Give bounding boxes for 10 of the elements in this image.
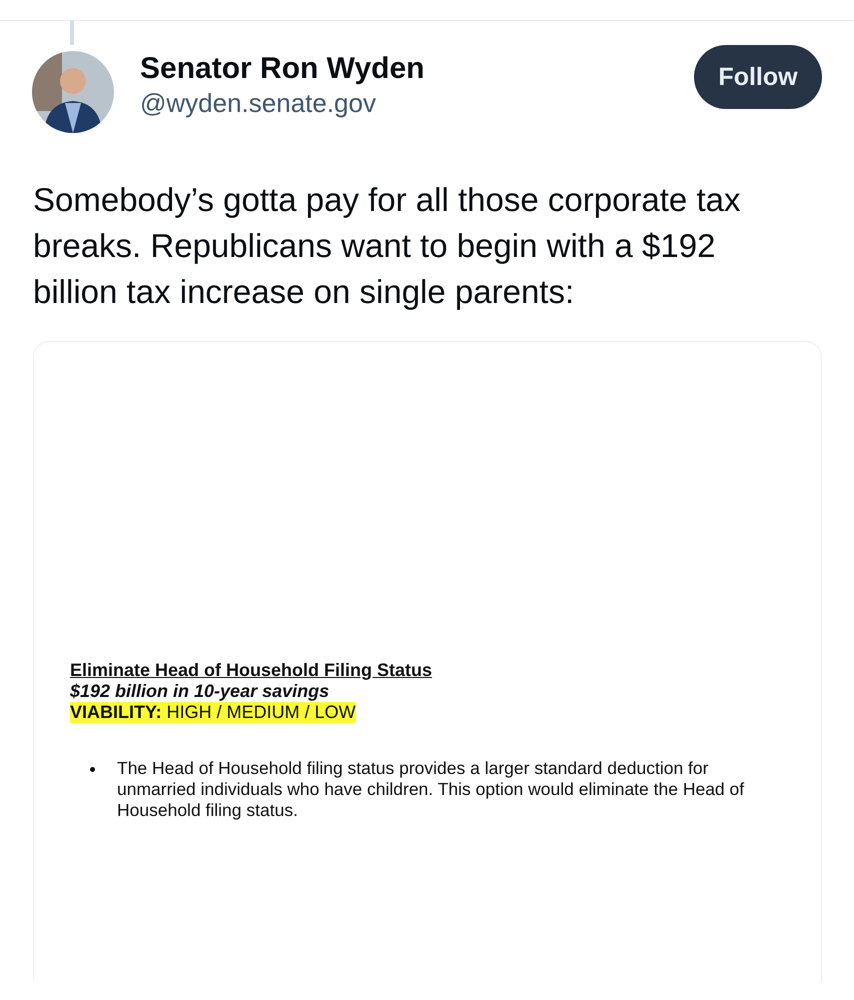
- document-heading: Eliminate Head of Household Filing Status: [70, 660, 432, 681]
- bullet-text: The Head of Household filing status provides a larger standard deduction for unmarried individuals who have children. This option would eliminate the Head of Household filing status.: [117, 758, 746, 821]
- bullet-icon: [90, 767, 95, 772]
- post-text: Somebody’s gotta pay for all those corporate tax breaks. Republicans want to begin with a $192 billion tax increase on single parents:: [33, 180, 742, 312]
- author-name[interactable]: Senator Ron Wyden: [140, 52, 668, 86]
- viability-label: VIABILITY:: [70, 702, 162, 723]
- document-subheading: $192 billion in 10-year savings: [70, 681, 330, 702]
- author-handle[interactable]: @wyden.senate.gov: [140, 88, 668, 118]
- viability-value: HIGH / MEDIUM / LOW: [166, 702, 356, 723]
- follow-button[interactable]: Follow: [694, 45, 822, 109]
